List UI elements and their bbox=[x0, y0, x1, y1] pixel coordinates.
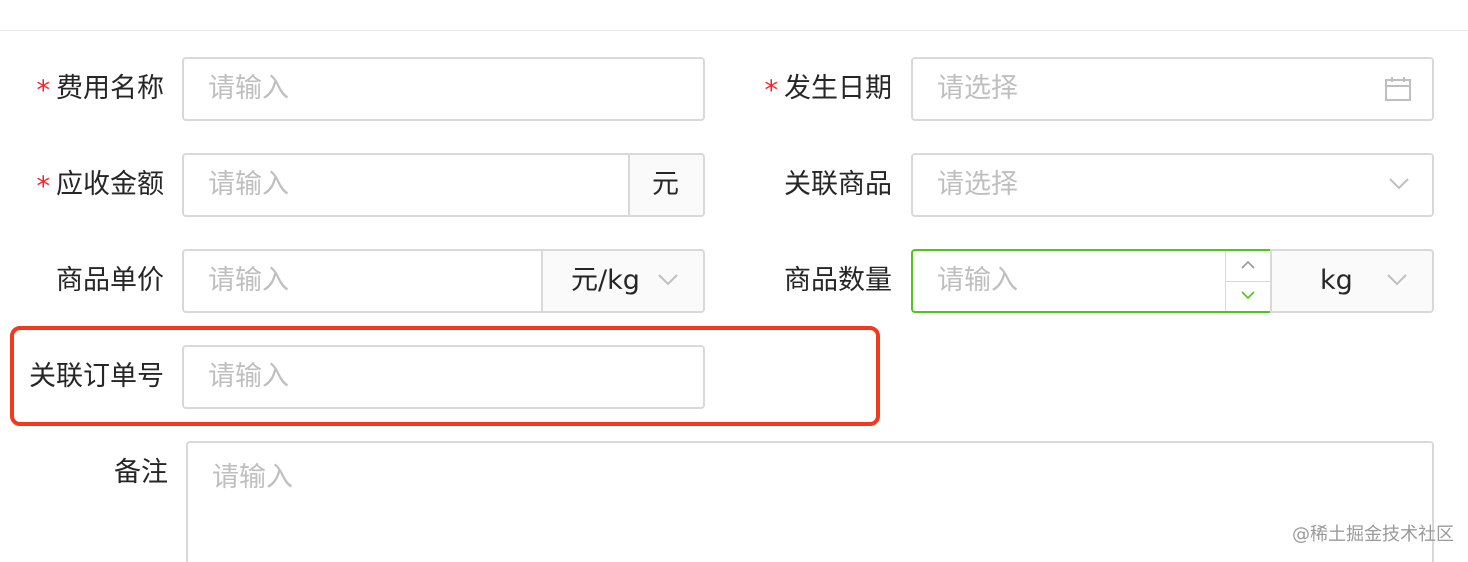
required-mark: * bbox=[36, 171, 51, 202]
currency-addon-text: 元 bbox=[652, 169, 679, 200]
watermark: @稀土掘金技术社区 bbox=[1292, 524, 1454, 545]
quantity-unit-select[interactable]: kg bbox=[1270, 249, 1434, 313]
chevron-up-icon[interactable] bbox=[1240, 260, 1256, 270]
quantity-label: 商品数量 bbox=[752, 249, 892, 313]
fee-name-placeholder: 请输入 bbox=[208, 73, 289, 104]
related-goods-label: 关联商品 bbox=[752, 153, 892, 217]
stepper-divider bbox=[1226, 281, 1270, 282]
fee-name-label: * 费用名称 bbox=[24, 57, 165, 121]
fee-name-label-text: 费用名称 bbox=[56, 73, 164, 104]
unit-price-placeholder: 请输入 bbox=[208, 265, 289, 296]
quantity-unit-value: kg bbox=[1320, 265, 1353, 296]
occur-date-placeholder: 请选择 bbox=[937, 73, 1018, 104]
chevron-down-icon bbox=[1387, 274, 1407, 286]
price-unit-select[interactable]: 元/kg bbox=[541, 251, 703, 311]
quantity-stepper[interactable]: 请输入 bbox=[911, 249, 1272, 313]
top-divider bbox=[0, 30, 1468, 31]
required-mark: * bbox=[36, 75, 51, 106]
quantity-placeholder: 请输入 bbox=[937, 265, 1018, 296]
occur-date-label: * 发生日期 bbox=[752, 57, 893, 121]
chevron-down-icon[interactable] bbox=[1240, 290, 1256, 300]
required-mark: * bbox=[764, 75, 779, 106]
unit-price-label-text: 商品单价 bbox=[56, 265, 164, 296]
remark-textarea[interactable]: 请输入 bbox=[186, 441, 1434, 562]
order-no-label-text: 关联订单号 bbox=[29, 361, 164, 392]
chevron-down-icon bbox=[1389, 178, 1409, 190]
occur-date-label-text: 发生日期 bbox=[784, 73, 892, 104]
fee-name-input[interactable]: 请输入 bbox=[182, 57, 705, 121]
price-unit-value: 元/kg bbox=[571, 265, 640, 296]
stepper-controls bbox=[1225, 251, 1270, 311]
currency-addon: 元 bbox=[628, 155, 703, 215]
receivable-amount-placeholder: 请输入 bbox=[208, 169, 289, 200]
order-no-label: 关联订单号 bbox=[14, 345, 164, 409]
unit-price-label: 商品单价 bbox=[24, 249, 164, 313]
unit-price-input[interactable]: 请输入 元/kg bbox=[182, 249, 705, 313]
receivable-amount-input[interactable]: 请输入 元 bbox=[182, 153, 705, 217]
order-no-placeholder: 请输入 bbox=[208, 361, 289, 392]
related-goods-select[interactable]: 请选择 bbox=[911, 153, 1434, 217]
remark-label-text: 备注 bbox=[114, 457, 168, 488]
related-goods-label-text: 关联商品 bbox=[784, 169, 892, 200]
form-page: * 费用名称 请输入 * 发生日期 请选择 * 应收金额 请输入 元 关联商品 请选择 bbox=[0, 0, 1468, 562]
calendar-icon[interactable] bbox=[1384, 76, 1412, 102]
remark-label: 备注 bbox=[24, 441, 168, 505]
chevron-down-icon bbox=[658, 274, 678, 286]
order-no-input[interactable]: 请输入 bbox=[182, 345, 705, 409]
receivable-amount-label: * 应收金额 bbox=[24, 153, 165, 217]
occur-date-picker[interactable]: 请选择 bbox=[911, 57, 1434, 121]
quantity-label-text: 商品数量 bbox=[784, 265, 892, 296]
remark-placeholder: 请输入 bbox=[212, 462, 293, 493]
related-goods-placeholder: 请选择 bbox=[937, 169, 1018, 200]
receivable-amount-label-text: 应收金额 bbox=[56, 169, 164, 200]
